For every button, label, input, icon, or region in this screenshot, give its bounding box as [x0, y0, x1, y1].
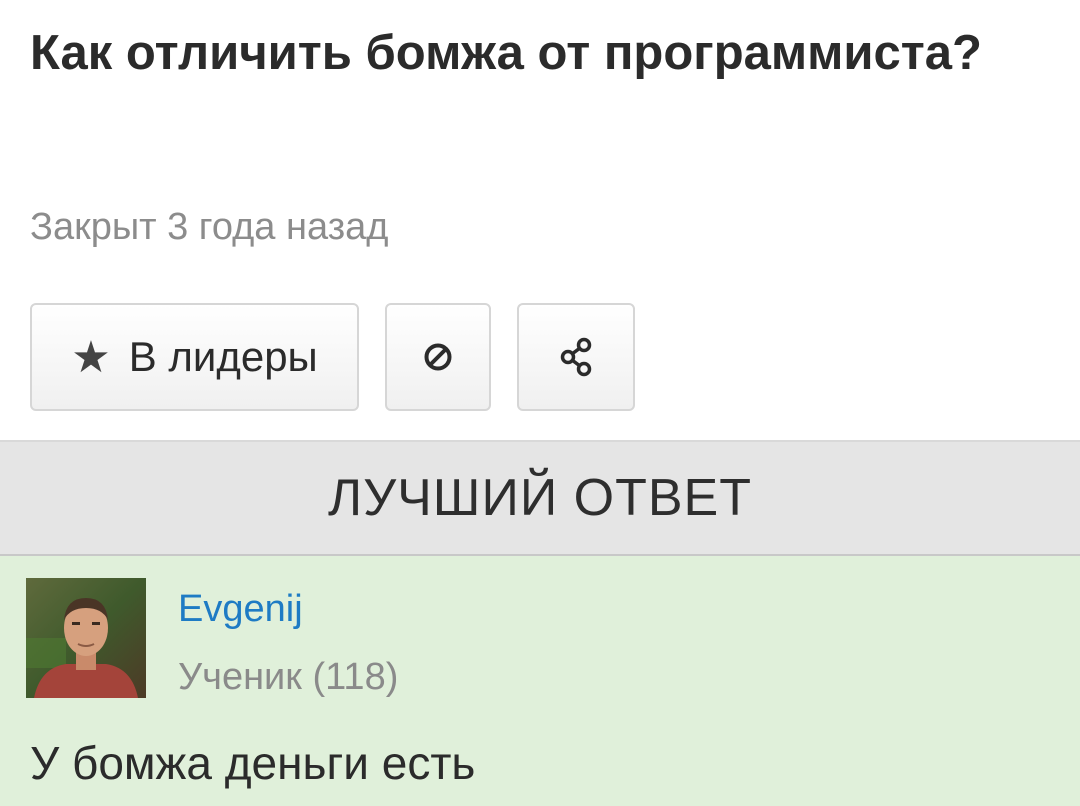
share-icon [560, 337, 592, 377]
star-icon: ★ [71, 332, 111, 382]
block-icon [424, 343, 452, 371]
question-section: Как отличить бомжа от программиста? Закр… [0, 0, 1080, 440]
best-answer-header: ЛУЧШИЙ ОТВЕТ [0, 440, 1080, 556]
answer-text: У бомжа деньги есть [30, 737, 476, 789]
author-rank: Ученик (118) [178, 656, 399, 698]
to-leaders-button[interactable]: ★ В лидеры [30, 303, 359, 411]
question-title: Как отличить бомжа от программиста? [30, 26, 982, 80]
author-name[interactable]: Evgenij [178, 586, 303, 632]
report-button[interactable] [385, 303, 491, 411]
to-leaders-label: В лидеры [128, 333, 318, 380]
best-answer-card: Evgenij Ученик (118) У бомжа деньги есть [0, 556, 1080, 806]
avatar[interactable] [26, 578, 146, 698]
share-button[interactable] [517, 303, 635, 411]
question-status: Закрыт 3 года назад [30, 206, 389, 248]
